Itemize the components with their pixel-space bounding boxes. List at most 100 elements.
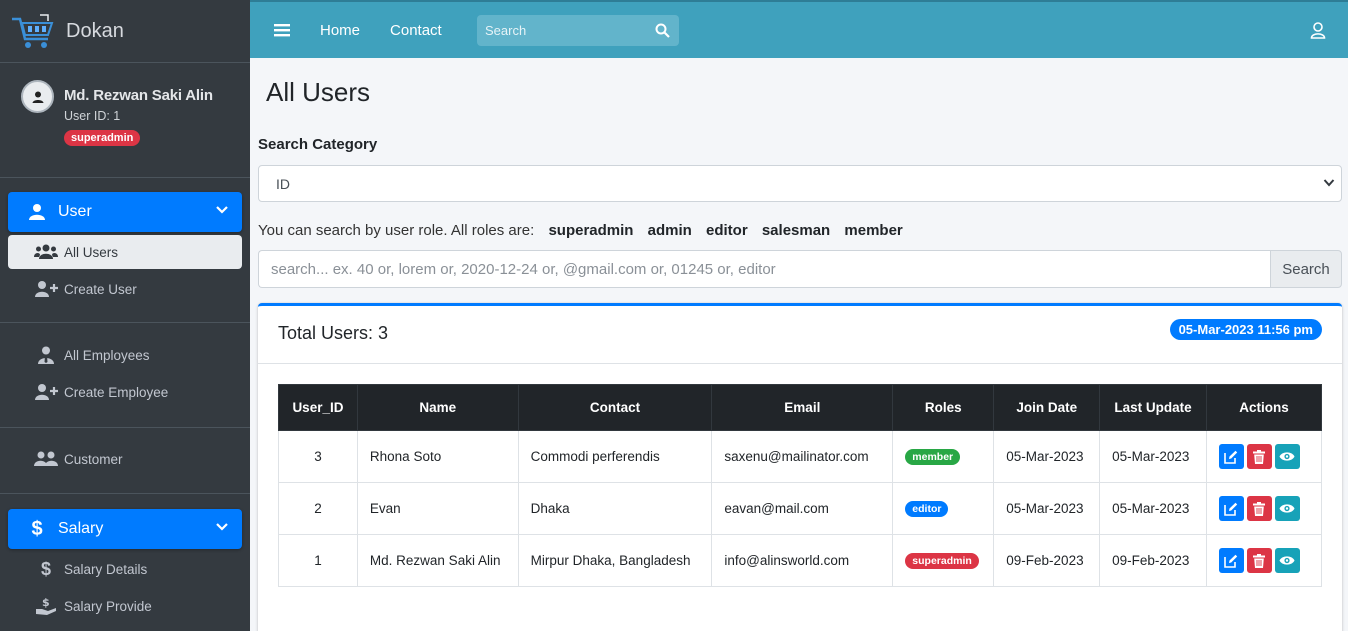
column-header: Actions <box>1205 384 1323 431</box>
column-header[interactable]: Contact <box>517 384 713 431</box>
user-icon <box>29 204 45 220</box>
cell-last-update: 05-Mar-2023 <box>1099 430 1207 483</box>
avatar-icon <box>21 80 54 113</box>
main-content: All Users Search Category ID You can sea… <box>250 58 1348 631</box>
sidebar-item-customer[interactable]: Customer <box>8 442 242 476</box>
card-header: Total Users: 3 05-Mar-2023 11:56 pm <box>258 306 1342 364</box>
cell-join-date: 05-Mar-2023 <box>993 430 1101 483</box>
user-tie-icon <box>34 346 58 364</box>
sidebar-item-all-users[interactable]: All Users <box>8 235 242 269</box>
cart-logo-icon <box>12 14 54 48</box>
cell-name: Rhona Soto <box>356 430 519 483</box>
eye-icon <box>1279 504 1295 513</box>
cell-name: Md. Rezwan Saki Alin <box>356 534 519 587</box>
user-plus-icon <box>34 383 58 401</box>
dollar-icon: $ <box>40 558 51 579</box>
hamburger-icon[interactable] <box>274 23 290 37</box>
delete-button[interactable] <box>1246 548 1272 573</box>
sidebar: Dokan Md. Rezwan Saki Alin User ID: 1 su… <box>0 0 250 631</box>
column-header[interactable]: Roles <box>892 384 995 431</box>
edit-icon <box>1224 554 1238 568</box>
total-users-title: Total Users: 3 <box>278 323 389 343</box>
column-header[interactable]: Name <box>356 384 519 431</box>
eye-icon <box>1279 452 1295 461</box>
roles-intro: You can search by user role. All roles a… <box>258 222 535 239</box>
nav-salary-section: $ Salary <box>8 509 242 549</box>
sidebar-item-label: Customer <box>64 451 123 467</box>
view-button[interactable] <box>1274 444 1300 469</box>
edit-button[interactable] <box>1218 444 1244 469</box>
search-category-label: Search Category <box>258 136 378 153</box>
sidebar-item-all-employees[interactable]: All Employees <box>8 338 242 372</box>
page-title: All Users <box>266 77 371 107</box>
cell-email: eavan@mail.com <box>711 482 894 535</box>
account-icon[interactable] <box>1310 22 1326 39</box>
user-name[interactable]: Md. Rezwan Saki Alin <box>64 87 213 104</box>
role-badge: editor <box>905 501 949 517</box>
sidebar-item-label: All Users <box>64 244 119 260</box>
datetime-badge: 05-Mar-2023 11:56 pm <box>1169 319 1322 340</box>
sidebar-item-label: All Employees <box>64 347 150 363</box>
nav-home-link[interactable]: Home <box>320 22 360 39</box>
users-table: User_ID Name Contact Email Roles Join Da… <box>278 384 1323 587</box>
cell-actions <box>1205 430 1323 483</box>
sidebar-divider <box>0 427 250 428</box>
cell-last-update: 05-Mar-2023 <box>1099 482 1207 535</box>
cell-user-id: 1 <box>278 534 358 587</box>
cell-user-id: 2 <box>278 482 358 535</box>
trash-icon <box>1253 553 1266 568</box>
brand-name: Dokan <box>66 19 124 42</box>
table-header-row: User_ID Name Contact Email Roles Join Da… <box>278 384 1323 431</box>
top-navbar: Home Contact <box>250 0 1348 58</box>
cell-join-date: 09-Feb-2023 <box>993 534 1101 587</box>
dollar-icon: $ <box>31 517 43 540</box>
user-plus-icon <box>34 280 58 298</box>
cell-user-id: 3 <box>278 430 358 483</box>
cell-role: editor <box>892 482 995 535</box>
user-search-bar: Search <box>258 250 1342 288</box>
column-header[interactable]: Email <box>711 384 894 431</box>
nav-user-label: User <box>58 203 92 220</box>
sidebar-item-label: Salary Provide <box>64 598 152 614</box>
hand-dollar-icon: $ <box>34 597 58 615</box>
sidebar-item-create-user[interactable]: Create User <box>8 272 242 306</box>
sidebar-item-salary-provide[interactable]: $ Salary Provide <box>8 589 242 623</box>
search-icon[interactable] <box>655 23 670 38</box>
edit-icon <box>1224 450 1238 464</box>
user-search-button[interactable]: Search <box>1270 250 1342 288</box>
role-badge: superadmin <box>64 130 141 146</box>
cell-actions <box>1205 534 1323 587</box>
cell-name: Evan <box>356 482 519 535</box>
edit-button[interactable] <box>1218 548 1244 573</box>
cell-contact: Mirpur Dhaka, Bangladesh <box>517 534 713 587</box>
cell-last-update: 09-Feb-2023 <box>1099 534 1207 587</box>
column-header[interactable]: Join Date <box>993 384 1101 431</box>
brand-link[interactable]: Dokan <box>0 0 250 63</box>
sidebar-item-salary-details[interactable]: $ Salary Details <box>8 552 242 586</box>
view-button[interactable] <box>1274 548 1300 573</box>
nav-user-header[interactable]: User <box>8 192 242 232</box>
cell-email: info@alinsworld.com <box>711 534 894 587</box>
sidebar-item-create-employee[interactable]: Create Employee <box>8 375 242 409</box>
navbar-search-input[interactable] <box>477 23 647 38</box>
sidebar-item-label: Create Employee <box>64 384 169 400</box>
table-row: 1 Md. Rezwan Saki Alin Mirpur Dhaka, Ban… <box>278 534 1323 587</box>
column-header[interactable]: User_ID <box>278 384 358 431</box>
view-button[interactable] <box>1274 496 1300 521</box>
role-name: editor <box>706 222 748 239</box>
role-badge: superadmin <box>905 553 979 569</box>
edit-button[interactable] <box>1218 496 1244 521</box>
cell-role: member <box>892 430 995 483</box>
delete-button[interactable] <box>1246 496 1272 521</box>
user-panel: Md. Rezwan Saki Alin User ID: 1 superadm… <box>0 63 250 178</box>
delete-button[interactable] <box>1246 444 1272 469</box>
column-header[interactable]: Last Update <box>1099 384 1207 431</box>
cell-contact: Commodi perferendis <box>517 430 713 483</box>
sidebar-item-label: Create User <box>64 281 137 297</box>
nav-contact-link[interactable]: Contact <box>390 22 442 39</box>
sidebar-divider <box>0 322 250 323</box>
search-category-select[interactable]: ID <box>258 165 1342 202</box>
cell-contact: Dhaka <box>517 482 713 535</box>
user-search-input[interactable] <box>258 250 1270 288</box>
nav-salary-header[interactable]: $ Salary <box>8 509 242 549</box>
